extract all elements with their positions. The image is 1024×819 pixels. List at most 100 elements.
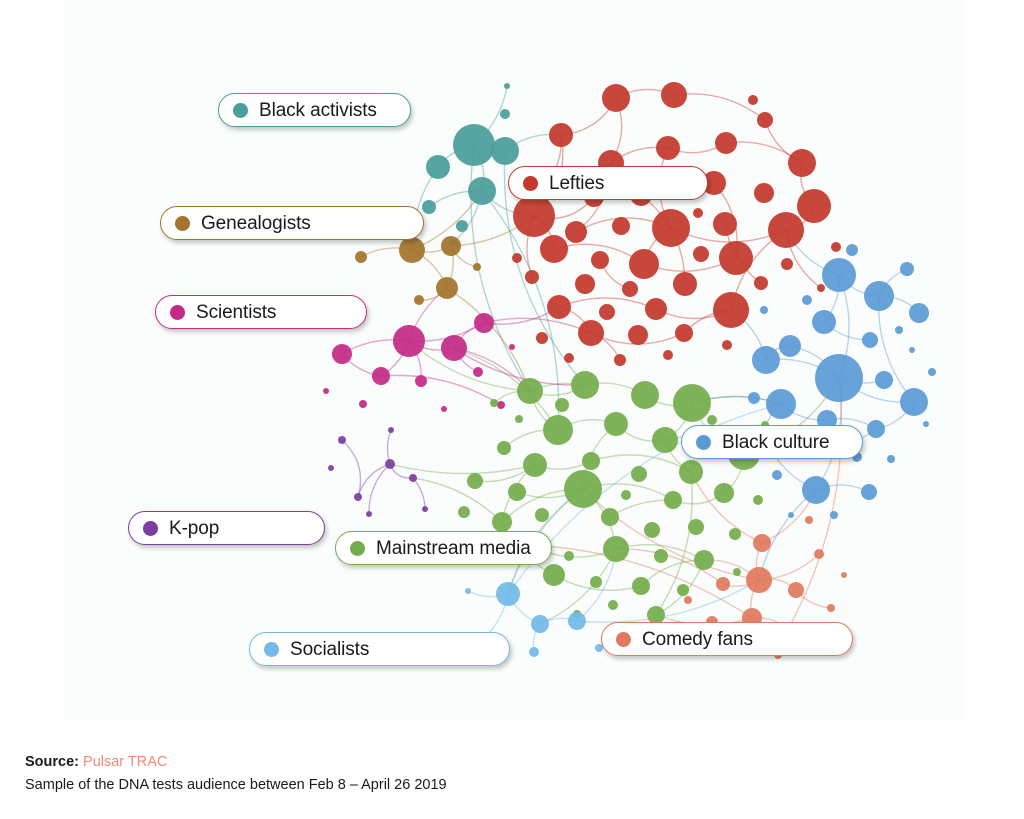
graph-node[interactable]: [491, 137, 519, 165]
graph-node[interactable]: [715, 132, 737, 154]
graph-node[interactable]: [688, 519, 704, 535]
graph-node[interactable]: [468, 177, 496, 205]
graph-node[interactable]: [456, 220, 468, 232]
graph-node[interactable]: [752, 346, 780, 374]
graph-node[interactable]: [788, 582, 804, 598]
graph-node[interactable]: [644, 522, 660, 538]
graph-node[interactable]: [547, 295, 571, 319]
graph-node[interactable]: [875, 371, 893, 389]
graph-node[interactable]: [568, 612, 586, 630]
graph-node[interactable]: [928, 368, 936, 376]
graph-node[interactable]: [426, 155, 450, 179]
graph-node[interactable]: [772, 470, 782, 480]
graph-node[interactable]: [399, 237, 425, 263]
graph-node[interactable]: [802, 295, 812, 305]
graph-node[interactable]: [332, 344, 352, 364]
graph-node[interactable]: [768, 212, 804, 248]
graph-node[interactable]: [827, 604, 835, 612]
graph-node[interactable]: [716, 577, 730, 591]
graph-node[interactable]: [831, 242, 841, 252]
legend-pill-k-pop[interactable]: K-pop: [128, 511, 325, 545]
graph-node[interactable]: [571, 371, 599, 399]
graph-node[interactable]: [504, 83, 510, 89]
graph-node[interactable]: [608, 600, 618, 610]
graph-node[interactable]: [713, 292, 749, 328]
graph-node[interactable]: [575, 274, 595, 294]
graph-node[interactable]: [654, 549, 668, 563]
graph-node[interactable]: [753, 495, 763, 505]
graph-node[interactable]: [822, 258, 856, 292]
graph-node[interactable]: [900, 388, 928, 416]
graph-node[interactable]: [497, 401, 505, 409]
graph-node[interactable]: [602, 84, 630, 112]
legend-pill-genealogists[interactable]: Genealogists: [160, 206, 424, 240]
graph-node[interactable]: [663, 350, 673, 360]
graph-node[interactable]: [414, 295, 424, 305]
graph-node[interactable]: [422, 506, 428, 512]
graph-node[interactable]: [923, 421, 929, 427]
legend-pill-scientists[interactable]: Scientists: [155, 295, 367, 329]
graph-node[interactable]: [729, 528, 741, 540]
graph-node[interactable]: [393, 325, 425, 357]
graph-node[interactable]: [622, 281, 638, 297]
graph-node[interactable]: [673, 272, 697, 296]
graph-node[interactable]: [328, 465, 334, 471]
graph-node[interactable]: [458, 506, 470, 518]
graph-node[interactable]: [656, 136, 680, 160]
graph-node[interactable]: [909, 303, 929, 323]
graph-node[interactable]: [661, 82, 687, 108]
graph-node[interactable]: [830, 511, 838, 519]
graph-node[interactable]: [612, 217, 630, 235]
graph-node[interactable]: [490, 399, 498, 407]
graph-node[interactable]: [388, 427, 394, 433]
graph-node[interactable]: [512, 253, 522, 263]
graph-node[interactable]: [441, 406, 447, 412]
graph-node[interactable]: [564, 551, 574, 561]
graph-node[interactable]: [591, 251, 609, 269]
graph-node[interactable]: [355, 251, 367, 263]
graph-node[interactable]: [664, 491, 682, 509]
graph-node[interactable]: [441, 236, 461, 256]
graph-node[interactable]: [846, 244, 858, 256]
graph-node[interactable]: [621, 490, 631, 500]
graph-node[interactable]: [814, 549, 824, 559]
graph-node[interactable]: [748, 95, 758, 105]
graph-node[interactable]: [531, 615, 549, 633]
graph-node[interactable]: [415, 375, 427, 387]
graph-node[interactable]: [788, 512, 794, 518]
graph-node[interactable]: [422, 200, 436, 214]
graph-node[interactable]: [629, 249, 659, 279]
graph-node[interactable]: [652, 427, 678, 453]
graph-node[interactable]: [500, 109, 510, 119]
legend-pill-black-culture[interactable]: Black culture: [681, 425, 863, 459]
graph-node[interactable]: [862, 332, 878, 348]
graph-node[interactable]: [601, 508, 619, 526]
graph-node[interactable]: [578, 320, 604, 346]
graph-node[interactable]: [746, 567, 772, 593]
graph-node[interactable]: [497, 441, 511, 455]
caption-source-value[interactable]: Pulsar TRAC: [83, 754, 167, 770]
graph-node[interactable]: [754, 183, 774, 203]
graph-node[interactable]: [677, 584, 689, 596]
graph-node[interactable]: [864, 281, 894, 311]
graph-node[interactable]: [684, 596, 692, 604]
graph-node[interactable]: [707, 415, 717, 425]
graph-node[interactable]: [590, 576, 602, 588]
graph-node[interactable]: [409, 474, 417, 482]
legend-pill-mainstream-media[interactable]: Mainstream media: [335, 531, 552, 565]
graph-node[interactable]: [719, 241, 753, 275]
graph-node[interactable]: [565, 221, 587, 243]
graph-node[interactable]: [525, 270, 539, 284]
graph-node[interactable]: [473, 263, 481, 271]
graph-node[interactable]: [604, 412, 628, 436]
graph-node[interactable]: [599, 304, 615, 320]
graph-node[interactable]: [781, 258, 793, 270]
graph-node[interactable]: [536, 332, 548, 344]
graph-node[interactable]: [603, 536, 629, 562]
graph-node[interactable]: [766, 389, 796, 419]
graph-node[interactable]: [467, 473, 483, 489]
graph-node[interactable]: [652, 209, 690, 247]
graph-node[interactable]: [465, 588, 471, 594]
graph-node[interactable]: [812, 310, 836, 334]
graph-node[interactable]: [673, 384, 711, 422]
